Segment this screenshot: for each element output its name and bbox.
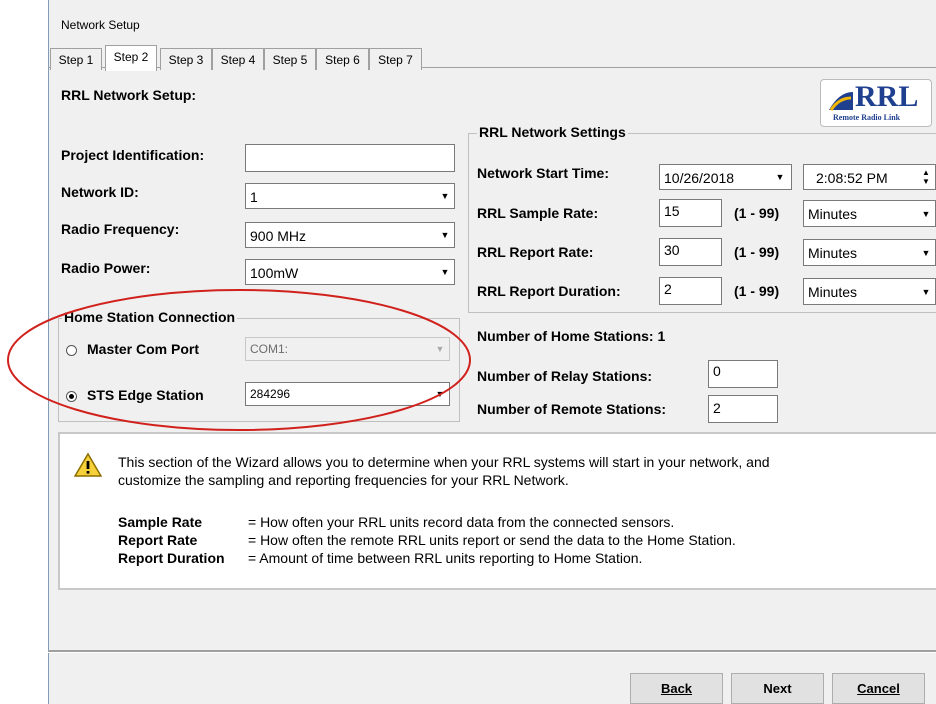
start-time-spinner[interactable]: 2:08:52 PM ▲ ▼	[803, 164, 936, 190]
radio-power-value: 100mW	[250, 265, 299, 281]
sample-rate-input[interactable]: 15	[659, 199, 722, 227]
sts-edge-station-value: 284296	[250, 387, 291, 401]
window-title: Network Setup	[61, 18, 140, 32]
start-date-value: 10/26/2018	[664, 170, 735, 186]
relay-stations-input[interactable]: 0	[708, 360, 778, 388]
report-duration-label: RRL Report Duration:	[477, 283, 621, 299]
rrl-logo: RRL Remote Radio Link	[820, 79, 932, 127]
report-rate-unit: Minutes	[808, 245, 858, 261]
tab-step-6[interactable]: Step 6	[316, 48, 369, 70]
start-time-label: Network Start Time:	[477, 165, 609, 181]
tab-step-7[interactable]: Step 7	[369, 48, 422, 70]
home-station-group	[58, 318, 460, 422]
def-term-sample-rate: Sample Rate	[118, 514, 203, 530]
remote-stations-label: Number of Remote Stations:	[477, 401, 667, 417]
report-duration-input[interactable]: 2	[659, 277, 722, 305]
spinner-icon[interactable]: ▲ ▼	[917, 165, 935, 189]
radio-power-label: Radio Power:	[61, 260, 151, 276]
logo-subtext: Remote Radio Link	[833, 113, 901, 122]
report-duration-range: (1 - 99)	[734, 283, 780, 299]
start-time-value: 2:08:52 PM	[816, 170, 888, 186]
report-duration-unit-select[interactable]: Minutes ▼	[803, 278, 936, 305]
home-stations-count: Number of Home Stations: 1	[477, 328, 666, 344]
master-com-port-select: COM1: ▼	[245, 337, 450, 361]
info-text-line-2: customize the sampling and reporting fre…	[118, 472, 569, 488]
radio-wave-icon	[829, 92, 853, 111]
page-heading: RRL Network Setup:	[61, 87, 197, 103]
master-com-port-radio[interactable]	[66, 345, 77, 356]
tab-step-2[interactable]: Step 2	[105, 45, 157, 71]
chevron-down-icon[interactable]: ▼	[436, 260, 454, 284]
radio-power-select[interactable]: 100mW ▼	[245, 259, 455, 285]
footer-separator	[48, 650, 936, 653]
chevron-down-icon[interactable]: ▼	[769, 165, 791, 189]
chevron-down-icon[interactable]: ▼	[917, 240, 935, 265]
report-rate-input[interactable]: 30	[659, 238, 722, 266]
start-date-picker[interactable]: 10/26/2018 ▼	[659, 164, 792, 190]
def-desc-sample-rate: = How often your RRL units record data f…	[248, 514, 675, 530]
tab-step-5[interactable]: Step 5	[264, 48, 316, 70]
remote-stations-input[interactable]: 2	[708, 395, 778, 423]
tab-step-3[interactable]: Step 3	[160, 48, 212, 70]
def-term-report-rate: Report Rate	[118, 532, 198, 548]
cancel-button-label: Cancel	[857, 681, 900, 696]
chevron-down-icon[interactable]: ▼	[436, 223, 454, 247]
info-text-line-1: This section of the Wizard allows you to…	[118, 454, 770, 470]
network-settings-title: RRL Network Settings	[477, 124, 628, 140]
report-rate-label: RRL Report Rate:	[477, 244, 594, 260]
chevron-down-icon[interactable]: ▼	[436, 184, 454, 208]
sts-edge-station-select[interactable]: 284296 ▼	[245, 382, 450, 406]
home-station-title: Home Station Connection	[62, 309, 238, 325]
warning-icon	[74, 452, 102, 477]
back-button-label: Back	[660, 681, 693, 696]
radio-frequency-select[interactable]: 900 MHz ▼	[245, 222, 455, 248]
def-desc-report-rate: = How often the remote RRL units report …	[248, 532, 736, 548]
chevron-down-icon[interactable]: ▼	[431, 383, 449, 405]
next-button-label: Next	[763, 681, 792, 696]
sample-rate-label: RRL Sample Rate:	[477, 205, 599, 221]
network-id-value: 1	[250, 189, 258, 205]
next-button[interactable]: Next	[731, 673, 824, 704]
network-id-label: Network ID:	[61, 184, 139, 200]
network-id-select[interactable]: 1 ▼	[245, 183, 455, 209]
chevron-down-icon: ▼	[435, 344, 445, 354]
logo-text: RRL	[855, 80, 919, 113]
sample-rate-unit-select[interactable]: Minutes ▼	[803, 200, 936, 227]
master-com-port-label[interactable]: Master Com Port	[87, 341, 199, 357]
def-desc-report-duration: = Amount of time between RRL units repor…	[248, 550, 643, 566]
tab-step-4[interactable]: Step 4	[212, 48, 264, 70]
sts-edge-station-radio[interactable]	[66, 391, 77, 402]
radio-frequency-label: Radio Frequency:	[61, 221, 180, 237]
master-com-port-value: COM1:	[250, 342, 289, 356]
relay-stations-label: Number of Relay Stations:	[477, 368, 653, 384]
tab-strip: Step 1 Step 2 Step 3 Step 4 Step 5 Step …	[50, 45, 450, 71]
back-button[interactable]: Back	[630, 673, 723, 704]
report-rate-unit-select[interactable]: Minutes ▼	[803, 239, 936, 266]
sample-rate-range: (1 - 99)	[734, 205, 780, 221]
chevron-down-icon[interactable]: ▼	[917, 279, 935, 304]
tab-step-1[interactable]: Step 1	[50, 48, 102, 70]
def-term-report-duration: Report Duration	[118, 550, 225, 566]
cancel-button[interactable]: Cancel	[832, 673, 925, 704]
radio-frequency-value: 900 MHz	[250, 228, 307, 244]
chevron-down-icon[interactable]: ▼	[917, 201, 935, 226]
project-id-input[interactable]	[245, 144, 455, 172]
project-label: Project Identification:	[61, 147, 205, 163]
report-rate-range: (1 - 99)	[734, 244, 780, 260]
sts-edge-station-label[interactable]: STS Edge Station	[87, 387, 204, 403]
sample-rate-unit: Minutes	[808, 206, 858, 222]
report-duration-unit: Minutes	[808, 284, 858, 300]
